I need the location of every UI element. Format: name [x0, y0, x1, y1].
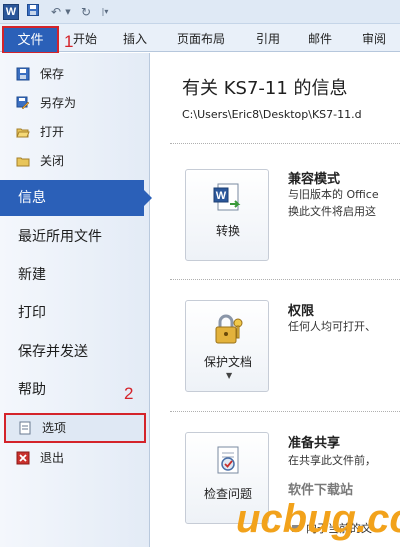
open-command[interactable]: 打开: [4, 120, 144, 144]
chevron-down-icon[interactable]: ▼: [64, 4, 72, 20]
convert-icon: W: [212, 182, 244, 214]
save-as-label: 另存为: [40, 96, 77, 110]
open-label: 打开: [40, 125, 65, 139]
save-command[interactable]: 保存: [4, 62, 144, 86]
options-command[interactable]: 选项: [4, 413, 146, 443]
word-logo[interactable]: W: [3, 4, 19, 20]
protect-document-label: 保护文档: [203, 355, 252, 369]
nav-recent[interactable]: 最近所用文件: [0, 219, 150, 255]
exit-icon: [16, 451, 30, 465]
tab-mailings[interactable]: 邮件: [308, 29, 332, 49]
prepare-sharing-title: 准备共享: [288, 436, 341, 451]
annotation-step-2: 2: [124, 384, 134, 403]
save-as-icon: [16, 96, 30, 110]
svg-text:W: W: [216, 190, 227, 202]
nav-print[interactable]: 打印: [0, 295, 150, 331]
tab-references[interactable]: 引用: [256, 29, 280, 49]
watermark-text: ucbug.cc: [236, 497, 400, 541]
watermark-sub: 软件下载站: [288, 482, 353, 498]
protect-document-button[interactable]: 保护文档 ▼: [185, 300, 269, 392]
options-icon: [18, 421, 32, 435]
compat-mode-title: 兼容模式: [288, 172, 341, 187]
save-icon: [16, 67, 30, 81]
convert-label: 转换: [215, 224, 240, 238]
redo-icon[interactable]: ↻: [78, 4, 94, 20]
divider: [170, 143, 400, 144]
nav-new[interactable]: 新建: [0, 257, 150, 293]
open-folder-icon: [16, 125, 30, 139]
save-icon[interactable]: [26, 4, 40, 20]
tab-insert[interactable]: 插入: [123, 29, 147, 49]
exit-label: 退出: [40, 451, 65, 465]
tab-review[interactable]: 审阅: [362, 29, 386, 49]
exit-command[interactable]: 退出: [4, 446, 144, 470]
permissions-desc: 任何人均可打开、: [288, 320, 376, 333]
undo-icon[interactable]: ↶: [48, 4, 64, 20]
document-path: C:\Users\Eric8\Desktop\KS7-11.d: [182, 108, 362, 121]
options-label: 选项: [42, 421, 67, 435]
compat-mode-desc-line-1: 与旧版本的 Office: [288, 188, 379, 201]
prepare-sharing-desc-line-1: 在共享此文件前，: [288, 454, 376, 467]
close-command[interactable]: 关闭: [4, 149, 144, 173]
divider: [170, 279, 400, 280]
tab-page-layout[interactable]: 页面布局: [177, 29, 225, 49]
file-tab[interactable]: 文件: [2, 26, 59, 54]
tab-home[interactable]: 开始: [73, 29, 97, 49]
close-folder-icon: [16, 154, 30, 168]
save-as-command[interactable]: 另存为: [4, 91, 144, 115]
watermark-logo: 软件下载站 ucbug.cc: [230, 468, 400, 547]
save-label: 保存: [40, 67, 65, 81]
chevron-down-icon: ▼: [226, 371, 233, 380]
nav-save-send[interactable]: 保存并发送: [0, 334, 150, 370]
page-title: 有关 KS7-11 的信息: [182, 78, 348, 99]
divider: [170, 411, 400, 412]
lock-key-icon: [212, 313, 244, 345]
nav-info[interactable]: 信息: [0, 180, 152, 216]
compat-mode-desc-line-2: 换此文件将启用这: [288, 205, 376, 218]
permissions-title: 权限: [288, 304, 315, 319]
customize-icon[interactable]: |▾: [100, 4, 110, 20]
convert-button[interactable]: W 转换: [185, 169, 269, 261]
quick-access-toolbar: W ↶ ▼ ↻ |▾: [0, 0, 400, 24]
close-label: 关闭: [40, 154, 65, 168]
